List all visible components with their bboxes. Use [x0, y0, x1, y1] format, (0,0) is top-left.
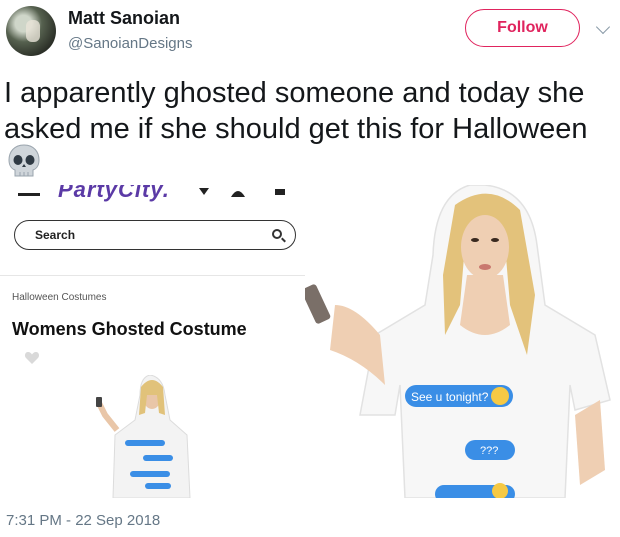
- site-logo: PartyCity.: [58, 185, 170, 202]
- tweet-text: I apparently ghosted someone and today s…: [4, 77, 588, 145]
- bubble-text-1: See u tonight?: [411, 390, 489, 404]
- display-name[interactable]: Matt Sanoian: [68, 8, 180, 29]
- search-input: Search: [14, 220, 296, 250]
- product-title: Womens Ghosted Costume: [12, 319, 247, 339]
- bubble-text-2: ???: [480, 445, 498, 457]
- chevron-down-icon: [199, 188, 209, 195]
- tweet-header: Matt Sanoian @SanoianDesigns Follow: [0, 0, 620, 70]
- search-icon: [272, 229, 282, 239]
- header-icons: [199, 188, 285, 197]
- cart-icon: [275, 189, 285, 195]
- costume-photo: See u tonight? ???: [305, 185, 620, 498]
- tweet-media-image[interactable]: PartyCity. Search Halloween Costumes Wom…: [0, 185, 620, 498]
- tweet-timestamp[interactable]: 7:31 PM - 22 Sep 2018: [6, 512, 160, 529]
- user-icon: [231, 191, 245, 197]
- follow-button[interactable]: Follow: [465, 9, 580, 47]
- breadcrumb: Halloween Costumes: [12, 292, 107, 303]
- heart-icon: [24, 352, 40, 364]
- avatar[interactable]: [6, 6, 56, 56]
- hamburger-menu-icon: [18, 193, 40, 196]
- chevron-down-icon[interactable]: [595, 19, 611, 35]
- search-placeholder: Search: [35, 228, 76, 242]
- skull-icon: [8, 144, 40, 177]
- user-handle[interactable]: @SanoianDesigns: [68, 35, 192, 52]
- product-thumbnail: [96, 375, 191, 498]
- divider: [0, 275, 310, 276]
